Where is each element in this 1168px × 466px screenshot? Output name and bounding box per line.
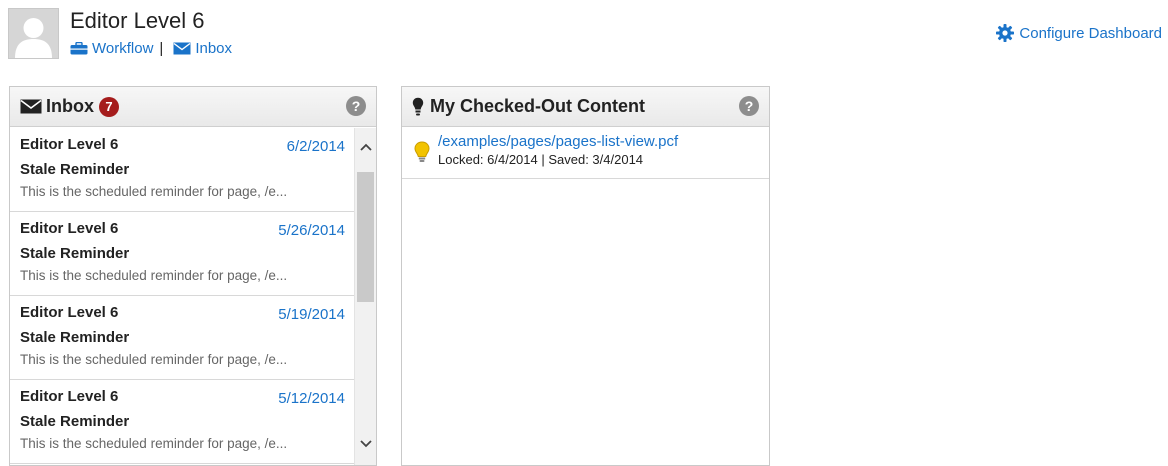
inbox-message[interactable]: Editor Level 6 5/12/2014 Stale Reminder … [10, 380, 355, 464]
content-lock-info: Locked: 6/4/2014 | Saved: 3/4/2014 [438, 152, 644, 167]
inbox-scrollbar[interactable] [354, 128, 376, 465]
user-name: Editor Level 6 [70, 8, 205, 33]
envelope-icon [20, 99, 42, 114]
inbox-link-label: Inbox [195, 40, 233, 57]
inbox-message[interactable]: Editor Level 6 6/2/2014 Stale Reminder T… [10, 128, 355, 212]
user-links: Workflow | Inbox [70, 40, 232, 57]
scroll-down-button[interactable] [355, 431, 376, 455]
message-preview: This is the scheduled reminder for page,… [20, 184, 288, 199]
checked-out-help-icon[interactable]: ? [739, 96, 759, 116]
message-date[interactable]: 6/2/2014 [287, 138, 345, 155]
inbox-message[interactable]: Editor Level 6 5/26/2014 Stale Reminder … [10, 212, 355, 296]
user-placeholder-icon [9, 9, 58, 58]
inbox-link[interactable]: Inbox [173, 40, 232, 57]
yellow-lightbulb-icon [414, 141, 430, 162]
workflow-link[interactable]: Workflow [70, 40, 153, 57]
inbox-help-icon[interactable]: ? [346, 96, 366, 116]
checked-out-item: /examples/pages/pages-list-view.pcf Lock… [402, 127, 769, 179]
configure-dashboard-link[interactable]: Configure Dashboard [996, 24, 1162, 42]
checked-out-panel-title: My Checked-Out Content [430, 96, 646, 116]
message-date[interactable]: 5/26/2014 [278, 222, 345, 239]
message-preview: This is the scheduled reminder for page,… [20, 352, 288, 367]
checked-out-panel: My Checked-Out Content ? /examples/pages… [401, 86, 770, 466]
chevron-down-icon [359, 440, 372, 448]
inbox-panel-header: Inbox 7 ? [10, 87, 376, 127]
envelope-icon [173, 42, 191, 55]
message-preview: This is the scheduled reminder for page,… [20, 268, 288, 283]
avatar [8, 8, 59, 59]
message-preview: This is the scheduled reminder for page,… [20, 436, 288, 451]
content-path-link[interactable]: /examples/pages/pages-list-view.pcf [438, 133, 769, 150]
message-date[interactable]: 5/19/2014 [278, 306, 345, 323]
message-subject: Stale Reminder [20, 161, 130, 178]
inbox-panel: Inbox 7 ? Editor Level 6 6/2/2014 Stale … [9, 86, 377, 466]
configure-dashboard-label: Configure Dashboard [1019, 24, 1162, 42]
message-date[interactable]: 5/12/2014 [278, 390, 345, 407]
message-subject: Stale Reminder [20, 245, 130, 262]
inbox-count-badge: 7 [99, 96, 119, 117]
briefcase-icon [70, 42, 88, 55]
scroll-up-button[interactable] [355, 134, 376, 158]
checked-out-panel-header: My Checked-Out Content ? [402, 87, 769, 127]
message-subject: Stale Reminder [20, 329, 130, 346]
message-subject: Stale Reminder [20, 413, 130, 430]
scroll-thumb[interactable] [357, 172, 374, 302]
gear-icon [996, 24, 1015, 42]
inbox-message[interactable]: Editor Level 6 5/19/2014 Stale Reminder … [10, 296, 355, 380]
workflow-link-label: Workflow [92, 40, 154, 57]
inbox-panel-title: Inbox [46, 96, 94, 116]
lightbulb-icon [412, 97, 424, 115]
link-separator: | [159, 40, 164, 57]
inbox-message-list: Editor Level 6 6/2/2014 Stale Reminder T… [10, 128, 355, 465]
chevron-up-icon [359, 143, 372, 151]
